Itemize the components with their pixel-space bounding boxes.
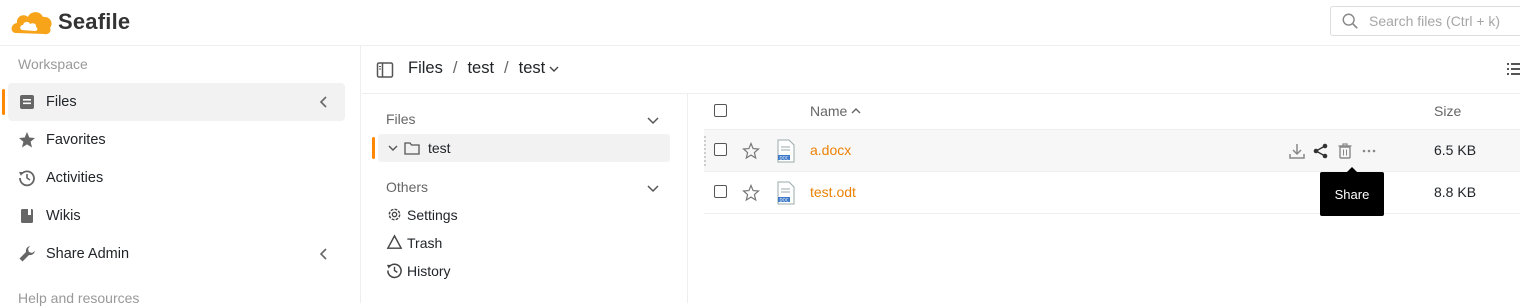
tree-others-heading: Others <box>386 179 429 195</box>
breadcrumb-library[interactable]: test <box>467 59 494 78</box>
tree-node-label: test <box>428 140 451 156</box>
search-icon <box>1342 13 1358 29</box>
name-column-header[interactable]: Name <box>810 103 861 119</box>
breadcrumb-current-label: test <box>518 59 546 77</box>
tree-link-label: Trash <box>407 234 443 251</box>
tree-link-label: Settings <box>407 206 458 223</box>
sidebar: Workspace Files Favorites Activities Wik… <box>0 46 361 306</box>
chevron-left-icon[interactable] <box>319 95 329 109</box>
select-all-checkbox[interactable] <box>714 104 727 117</box>
tree-link-trash[interactable]: Trash <box>386 234 442 251</box>
svg-text:DOC: DOC <box>780 155 789 160</box>
star-icon[interactable] <box>742 142 760 160</box>
folder-icon <box>404 142 420 155</box>
file-icon <box>18 93 36 111</box>
tree-link-label: History <box>407 262 451 279</box>
sidebar-item-files[interactable]: Files <box>2 83 345 121</box>
wrench-icon <box>18 245 36 263</box>
star-icon <box>18 131 36 149</box>
row-checkbox[interactable] <box>714 143 727 156</box>
sidebar-item-label: Wikis <box>46 208 81 224</box>
file-size: 8.8 KB <box>1434 184 1477 200</box>
tree-link-history[interactable]: History <box>386 262 451 279</box>
sidebar-item-label: Share Admin <box>46 246 130 262</box>
row-checkbox[interactable] <box>714 185 727 198</box>
docx-file-icon: DOC <box>777 139 795 163</box>
odt-file-icon: DOC <box>777 181 795 205</box>
size-column-header[interactable]: Size <box>1434 103 1461 119</box>
file-name-link[interactable]: a.docx <box>810 142 851 158</box>
star-icon[interactable] <box>742 184 760 202</box>
tree-node-test[interactable]: test <box>372 134 670 162</box>
list-view-icon[interactable] <box>1506 60 1520 78</box>
help-heading: Help and resources <box>18 290 140 306</box>
history-icon <box>18 169 36 187</box>
name-column-label: Name <box>810 103 848 119</box>
sort-up-icon <box>851 108 861 114</box>
sidebar-item-activities[interactable]: Activities <box>8 159 345 197</box>
chevron-left-icon[interactable] <box>319 247 329 261</box>
tree-files-heading: Files <box>386 111 416 127</box>
dir-tree-panel: Files test Others Settings Trash History <box>362 94 688 303</box>
breadcrumb-root[interactable]: Files <box>408 59 443 78</box>
chevron-down-icon[interactable] <box>646 182 660 196</box>
sidebar-item-label: Files <box>46 94 77 110</box>
sidebar-item-label: Favorites <box>46 132 106 148</box>
sidebar-item-label: Activities <box>46 170 104 186</box>
chevron-down-icon[interactable] <box>646 114 660 128</box>
sidebar-toggle-icon[interactable] <box>376 61 394 79</box>
drag-handle[interactable] <box>704 136 707 166</box>
row-operations <box>1288 142 1378 160</box>
sidebar-item-favorites[interactable]: Favorites <box>8 121 345 159</box>
file-name-link[interactable]: test.odt <box>810 184 856 200</box>
chevron-down-icon <box>549 66 559 72</box>
seafile-logo[interactable]: Seafile <box>10 5 130 39</box>
more-options-icon[interactable] <box>1360 142 1378 160</box>
breadcrumb-separator: / <box>504 59 509 77</box>
chevron-down-icon[interactable] <box>388 143 398 153</box>
sidebar-item-wikis[interactable]: Wikis <box>8 197 345 235</box>
breadcrumb-separator: / <box>452 59 458 77</box>
breadcrumb-current[interactable]: test <box>519 59 560 78</box>
top-header: Seafile <box>0 0 1520 46</box>
path-toolbar: Files / test / test <box>362 46 1520 94</box>
gear-icon <box>388 208 401 221</box>
download-icon[interactable] <box>1288 142 1306 160</box>
delete-icon[interactable] <box>1336 142 1354 160</box>
search-input[interactable] <box>1369 13 1520 29</box>
history-icon <box>386 263 402 279</box>
workspace-heading: Workspace <box>18 56 88 72</box>
file-list: Name Size DOC a.docx 6.5 KB DOC test.odt… <box>704 94 1520 303</box>
wiki-icon <box>18 207 36 225</box>
share-tooltip: Share <box>1320 167 1384 216</box>
breadcrumb: Files / test / test <box>408 59 559 78</box>
tree-link-settings[interactable]: Settings <box>386 206 458 223</box>
sidebar-item-share-admin[interactable]: Share Admin <box>8 235 345 273</box>
table-header: Name Size <box>704 94 1520 130</box>
seafile-cloud-icon <box>11 12 52 35</box>
svg-text:DOC: DOC <box>780 197 789 202</box>
table-row[interactable]: DOC a.docx 6.5 KB <box>704 130 1520 172</box>
file-size: 6.5 KB <box>1434 142 1477 158</box>
search-box[interactable] <box>1330 6 1520 36</box>
share-icon[interactable] <box>1312 142 1330 160</box>
recycle-icon <box>386 234 403 249</box>
table-row[interactable]: DOC test.odt 8.8 KB <box>704 172 1520 214</box>
app-name: Seafile <box>58 9 131 34</box>
